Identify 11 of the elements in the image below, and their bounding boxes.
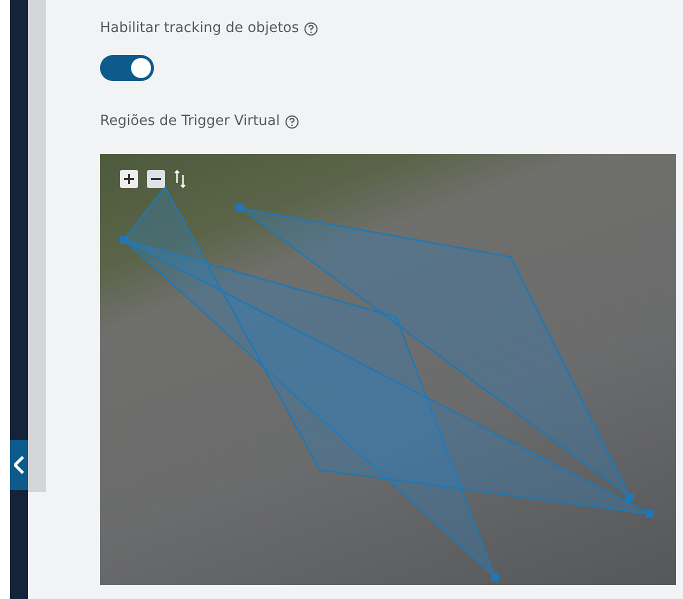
swap-arrows-icon[interactable]: [174, 170, 186, 188]
chevron-left-icon: [14, 456, 24, 474]
toggle-switch[interactable]: [100, 55, 154, 81]
field-label: Habilitar tracking de objetos: [100, 19, 299, 38]
field-label: Regiões de Trigger Virtual: [100, 112, 280, 131]
help-icon[interactable]: [284, 114, 299, 128]
zoom-in-button[interactable]: [120, 170, 138, 188]
help-icon[interactable]: [304, 22, 318, 36]
collapse-button[interactable]: [10, 440, 28, 490]
plus-icon: [123, 173, 135, 185]
zoom-out-button[interactable]: [147, 170, 165, 188]
